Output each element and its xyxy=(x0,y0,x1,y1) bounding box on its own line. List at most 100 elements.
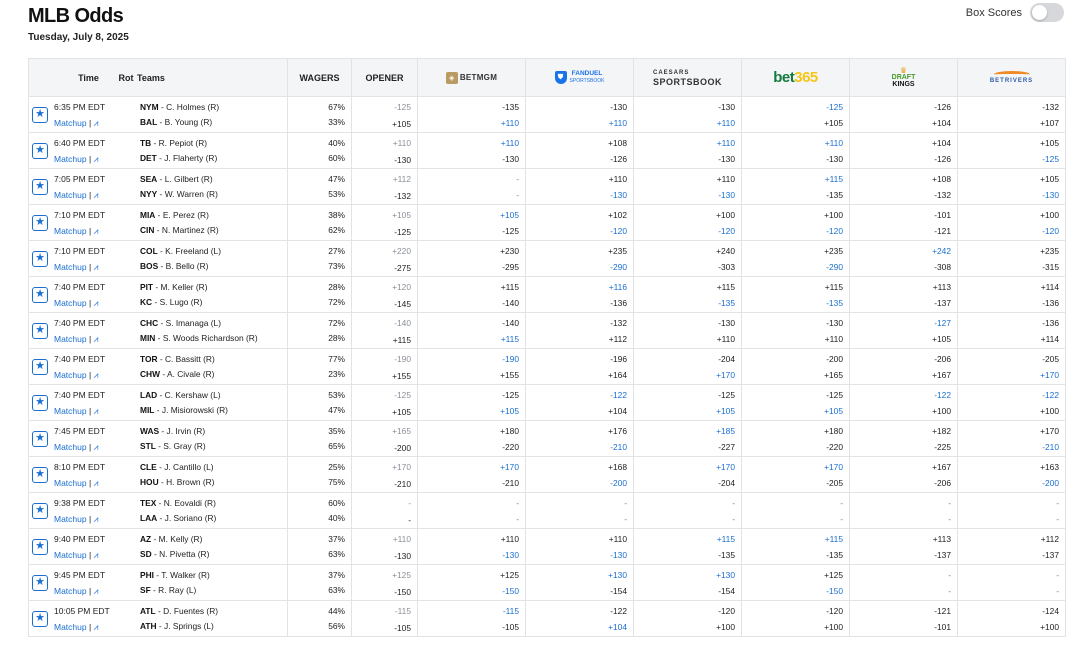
odds-home[interactable]: -136 xyxy=(958,295,1059,311)
odds-away[interactable]: +116 xyxy=(526,279,627,295)
odds-home[interactable]: -135 xyxy=(742,187,843,203)
odds-away[interactable]: - xyxy=(742,495,843,511)
favorite-star-icon[interactable]: ★ xyxy=(32,286,48,303)
odds-home[interactable]: - xyxy=(850,511,951,527)
odds-home[interactable]: +100 xyxy=(850,403,951,419)
odds-away[interactable]: -136 xyxy=(958,315,1059,331)
odds-away[interactable]: -132 xyxy=(526,315,627,331)
odds-home[interactable]: - xyxy=(958,511,1059,527)
trend-chart-icon[interactable]: ⩘ xyxy=(94,550,99,560)
odds-away[interactable]: -132 xyxy=(958,99,1059,115)
header-wagers[interactable]: WAGERS xyxy=(287,58,352,97)
odds-home[interactable]: +170 xyxy=(634,367,735,383)
odds-home[interactable]: +110 xyxy=(634,115,735,131)
odds-home[interactable]: - xyxy=(958,583,1059,599)
matchup-link[interactable]: Matchup xyxy=(54,334,87,344)
matchup-link[interactable]: Matchup xyxy=(54,118,87,128)
odds-home[interactable]: -137 xyxy=(958,547,1059,563)
favorite-star-icon[interactable]: ★ xyxy=(32,214,48,231)
trend-chart-icon[interactable]: ⩘ xyxy=(94,442,99,452)
away-team[interactable]: PIT - M. Keller (R) xyxy=(140,280,207,295)
odds-home[interactable]: -126 xyxy=(850,151,951,167)
matchup-link[interactable]: Matchup xyxy=(54,442,87,452)
odds-away[interactable]: +110 xyxy=(526,171,627,187)
odds-away[interactable]: -130 xyxy=(526,99,627,115)
away-team[interactable]: TB - R. Pepiot (R) xyxy=(140,136,217,151)
odds-away[interactable]: +230 xyxy=(418,243,519,259)
odds-away[interactable]: +242 xyxy=(850,243,951,259)
trend-chart-icon[interactable]: ⩘ xyxy=(94,406,99,416)
away-team[interactable]: COL - K. Freeland (L) xyxy=(140,244,221,259)
home-team[interactable]: BOS - B. Bello (R) xyxy=(140,259,221,274)
odds-away[interactable]: +170 xyxy=(742,459,843,475)
matchup-link[interactable]: Matchup xyxy=(54,298,87,308)
odds-away[interactable]: +110 xyxy=(418,135,519,151)
home-team[interactable]: STL - S. Gray (R) xyxy=(140,439,206,454)
odds-away[interactable]: +108 xyxy=(526,135,627,151)
home-team[interactable]: DET - J. Flaherty (R) xyxy=(140,151,217,166)
odds-home[interactable]: -130 xyxy=(526,187,627,203)
odds-home[interactable]: -135 xyxy=(742,547,843,563)
matchup-link[interactable]: Matchup xyxy=(54,622,87,632)
odds-home[interactable]: -130 xyxy=(634,187,735,203)
odds-home[interactable]: -121 xyxy=(850,223,951,239)
odds-away[interactable]: -196 xyxy=(526,351,627,367)
odds-away[interactable]: +110 xyxy=(634,171,735,187)
away-team[interactable]: SEA - L. Gilbert (R) xyxy=(140,172,218,187)
odds-away[interactable]: -125 xyxy=(742,99,843,115)
odds-away[interactable]: +105 xyxy=(958,135,1059,151)
home-team[interactable]: CIN - N. Martinez (R) xyxy=(140,223,219,238)
home-team[interactable]: KC - S. Lugo (R) xyxy=(140,295,207,310)
odds-home[interactable]: -130 xyxy=(958,187,1059,203)
trend-chart-icon[interactable]: ⩘ xyxy=(94,190,99,200)
favorite-star-icon[interactable]: ★ xyxy=(32,610,48,627)
matchup-link[interactable]: Matchup xyxy=(54,406,87,416)
odds-home[interactable]: -130 xyxy=(418,547,519,563)
favorite-star-icon[interactable]: ★ xyxy=(32,178,48,195)
odds-away[interactable]: -124 xyxy=(958,603,1059,619)
odds-home[interactable]: +155 xyxy=(418,367,519,383)
away-team[interactable]: MIA - E. Perez (R) xyxy=(140,208,219,223)
favorite-star-icon[interactable]: ★ xyxy=(32,142,48,159)
odds-away[interactable]: -204 xyxy=(634,351,735,367)
odds-home[interactable]: -205 xyxy=(742,475,843,491)
odds-home[interactable]: - xyxy=(418,511,519,527)
odds-away[interactable]: +105 xyxy=(418,207,519,223)
odds-away[interactable]: +168 xyxy=(526,459,627,475)
odds-away[interactable]: +180 xyxy=(742,423,843,439)
odds-away[interactable]: +100 xyxy=(958,207,1059,223)
odds-home[interactable]: -290 xyxy=(742,259,843,275)
header-opener[interactable]: OPENER xyxy=(351,58,418,97)
odds-home[interactable]: +115 xyxy=(418,331,519,347)
odds-home[interactable]: +100 xyxy=(958,619,1059,635)
odds-home[interactable]: -210 xyxy=(418,475,519,491)
away-team[interactable]: WAS - J. Irvin (R) xyxy=(140,424,206,439)
odds-away[interactable]: +115 xyxy=(634,279,735,295)
odds-home[interactable]: -225 xyxy=(850,439,951,455)
odds-home[interactable]: -154 xyxy=(634,583,735,599)
trend-chart-icon[interactable]: ⩘ xyxy=(94,226,99,236)
odds-away[interactable]: +105 xyxy=(958,171,1059,187)
odds-home[interactable]: -150 xyxy=(418,583,519,599)
odds-away[interactable]: -125 xyxy=(634,387,735,403)
home-team[interactable]: NYY - W. Warren (R) xyxy=(140,187,218,202)
away-team[interactable]: LAD - C. Kershaw (L) xyxy=(140,388,228,403)
odds-home[interactable]: +105 xyxy=(634,403,735,419)
odds-away[interactable]: +113 xyxy=(850,279,951,295)
trend-chart-icon[interactable]: ⩘ xyxy=(94,586,99,596)
header-betrivers[interactable]: BETRIVERS xyxy=(957,58,1066,97)
odds-home[interactable]: +104 xyxy=(850,115,951,131)
trend-chart-icon[interactable]: ⩘ xyxy=(94,334,99,344)
matchup-link[interactable]: Matchup xyxy=(54,262,87,272)
odds-home[interactable]: +110 xyxy=(526,115,627,131)
header-draftkings[interactable]: ♛ DRAFT KINGS xyxy=(849,58,958,97)
odds-away[interactable]: +180 xyxy=(418,423,519,439)
odds-home[interactable]: -154 xyxy=(526,583,627,599)
trend-chart-icon[interactable]: ⩘ xyxy=(94,370,99,380)
odds-away[interactable]: - xyxy=(850,495,951,511)
home-team[interactable]: CHW - A. Civale (R) xyxy=(140,367,215,382)
favorite-star-icon[interactable]: ★ xyxy=(32,394,48,411)
odds-home[interactable]: -135 xyxy=(634,547,735,563)
odds-away[interactable]: - xyxy=(418,495,519,511)
odds-home[interactable]: -206 xyxy=(850,475,951,491)
